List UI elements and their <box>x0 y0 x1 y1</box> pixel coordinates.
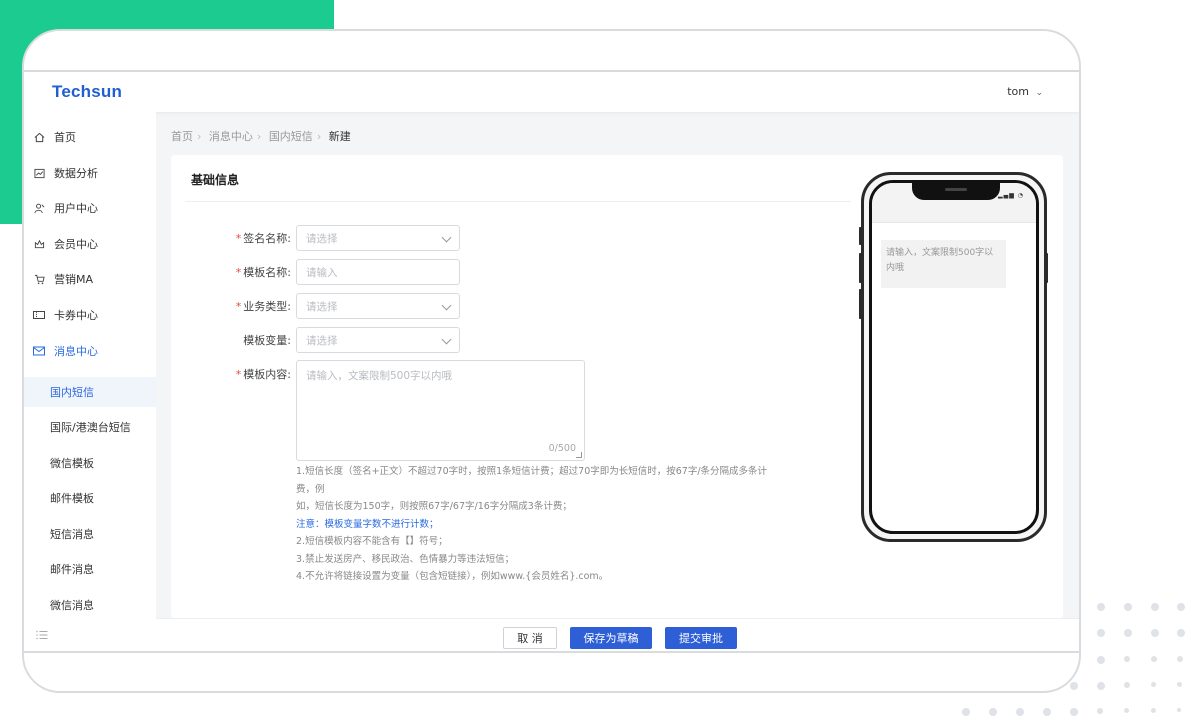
required-mark: * <box>235 266 242 279</box>
sidebar-sub-email-template[interactable]: 邮件模板 <box>24 483 156 513</box>
cart-icon <box>33 273 45 285</box>
chevron-down-icon <box>441 334 452 345</box>
home-icon <box>33 131 45 143</box>
signature-placeholder: 请选择 <box>306 232 338 245</box>
breadcrumb-current: 新建 <box>328 130 351 143</box>
sidebar-item-coupon-center[interactable]: 卡券中心 <box>24 298 156 332</box>
character-count: 0/500 <box>548 443 576 454</box>
list-icon[interactable] <box>36 630 48 643</box>
browser-frame: Techsun tom ⌄ 首页 数据分析 用户中心 会员中心 营销MA 卡券中… <box>22 29 1081 693</box>
mail-icon <box>33 345 45 357</box>
sidebar-sub-international-sms[interactable]: 国际/港澳台短信 <box>24 412 156 442</box>
note-line: 2.短信模板内容不能含有【】符号； <box>296 536 448 547</box>
sidebar-sub-wechat-template[interactable]: 微信模板 <box>24 448 156 478</box>
template-name-input[interactable]: 请输入 <box>296 259 460 285</box>
template-content-label: * 模板内容: <box>171 366 291 382</box>
breadcrumb-home[interactable]: 首页 <box>171 130 193 143</box>
chevron-right-icon: › <box>316 130 322 143</box>
note-line-highlight: 注意：模板变量字数不进行计数； <box>296 518 439 530</box>
sidebar-item-label: 首页 <box>54 131 76 144</box>
sms-preview-bubble: 请输入，文案限制500字以内哦 <box>881 240 1006 288</box>
template-variable-label-text: 模板变量: <box>243 334 291 347</box>
sidebar-sub-domestic-sms[interactable]: 国内短信 <box>24 377 156 407</box>
sidebar-item-message-center[interactable]: 消息中心 <box>24 334 156 368</box>
frame-top-bar <box>24 31 1079 72</box>
note-line: 3.禁止发送房产、移民政治、色情暴力等违法短信； <box>296 553 515 565</box>
note-line: 1.短信长度（签名+正文）不超过70字时，按照1条短信计费；超过70字即为长短信… <box>296 466 768 495</box>
form-footer: 取 消 保存为草稿 提交审批 <box>156 618 1079 654</box>
sidebar-item-home[interactable]: 首页 <box>24 120 156 154</box>
template-variable-select[interactable]: 请选择 <box>296 327 460 353</box>
app-header: Techsun tom ⌄ <box>24 72 1079 112</box>
chevron-right-icon: › <box>256 130 262 143</box>
note-line: 4.不允许将链接设置为变量（包含短链接），例如www.{会员姓名}.com。 <box>296 571 609 582</box>
business-type-placeholder: 请选择 <box>306 300 338 313</box>
sidebar-item-label: 营销MA <box>54 273 94 286</box>
business-type-select[interactable]: 请选择 <box>296 293 460 319</box>
submit-approval-button[interactable]: 提交审批 <box>665 627 737 649</box>
chevron-down-icon <box>441 300 452 311</box>
sidebar-item-label: 会员中心 <box>54 238 98 251</box>
chart-icon <box>33 167 45 179</box>
template-name-label-text: 模板名称: <box>243 266 291 279</box>
frame-bottom-bar <box>24 651 1079 691</box>
template-variable-placeholder: 请选择 <box>306 334 338 347</box>
section-title: 基础信息 <box>191 173 240 187</box>
template-variable-label: 模板变量: <box>171 332 291 348</box>
sms-rules-notes: 1.短信长度（签名+正文）不超过70字时，按照1条短信计费；超过70字即为长短信… <box>296 463 776 586</box>
phone-screen: ▂▄▆ ◔ 请输入，文案限制500字以内哦 <box>869 180 1039 534</box>
user-name: tom <box>1007 85 1029 98</box>
breadcrumb-domestic-sms[interactable]: 国内短信 <box>269 130 313 143</box>
chevron-down-icon <box>441 232 452 243</box>
sidebar: 首页 数据分析 用户中心 会员中心 营销MA 卡券中心 消息中心 国内短信 国际… <box>24 112 156 654</box>
template-content-label-text: 模板内容: <box>243 368 291 381</box>
brand-logo[interactable]: Techsun <box>52 82 122 102</box>
signal-icon: ▂▄▆ ◔ <box>998 192 1024 199</box>
divider <box>185 201 851 202</box>
note-line: 如，短信长度为150字，则按照67字/67字/16字分隔成3条计费； <box>296 501 572 512</box>
signature-label: * 签名名称: <box>171 230 291 246</box>
sidebar-item-label: 数据分析 <box>54 167 98 180</box>
template-name-placeholder: 请输入 <box>306 266 338 279</box>
signature-label-text: 签名名称: <box>243 232 291 245</box>
user-menu[interactable]: tom ⌄ <box>1007 85 1043 98</box>
sidebar-sub-wechat-messages[interactable]: 微信消息 <box>24 590 156 620</box>
template-name-label: * 模板名称: <box>171 264 291 280</box>
signature-select[interactable]: 请选择 <box>296 225 460 251</box>
sidebar-item-label: 卡券中心 <box>54 309 98 322</box>
sidebar-sub-email-messages[interactable]: 邮件消息 <box>24 554 156 584</box>
breadcrumb: 首页 › 消息中心 › 国内短信 › 新建 <box>171 128 355 144</box>
sidebar-sub-sms-messages[interactable]: 短信消息 <box>24 519 156 549</box>
required-mark: * <box>235 300 242 313</box>
ticket-icon <box>33 309 45 321</box>
required-mark: * <box>235 232 242 245</box>
template-content-placeholder: 请输入，文案限制500字以内哦 <box>306 370 453 382</box>
sidebar-item-marketing[interactable]: 营销MA <box>24 262 156 296</box>
breadcrumb-message-center[interactable]: 消息中心 <box>209 130 253 143</box>
business-type-label-text: 业务类型: <box>243 300 291 313</box>
phone-preview: ▂▄▆ ◔ 请输入，文案限制500字以内哦 <box>861 172 1047 542</box>
save-draft-button[interactable]: 保存为草稿 <box>570 627 652 649</box>
template-content-textarea[interactable]: 请输入，文案限制500字以内哦 0/500 <box>296 360 585 461</box>
sidebar-item-user-center[interactable]: 用户中心 <box>24 191 156 225</box>
sidebar-item-member-center[interactable]: 会员中心 <box>24 227 156 261</box>
phone-speaker <box>945 188 967 191</box>
phone-status-bar: ▂▄▆ ◔ <box>872 183 1036 223</box>
required-mark: * <box>235 368 242 381</box>
crown-icon <box>33 238 45 250</box>
business-type-label: * 业务类型: <box>171 298 291 314</box>
chevron-down-icon: ⌄ <box>1035 88 1043 98</box>
sidebar-item-data-analysis[interactable]: 数据分析 <box>24 156 156 190</box>
cancel-button[interactable]: 取 消 <box>503 627 557 649</box>
sidebar-item-label: 消息中心 <box>54 345 98 358</box>
chevron-right-icon: › <box>197 130 202 143</box>
resize-handle[interactable] <box>576 452 582 458</box>
users-icon <box>33 202 45 214</box>
sidebar-item-label: 用户中心 <box>54 202 98 215</box>
phone-notch <box>912 183 1000 200</box>
